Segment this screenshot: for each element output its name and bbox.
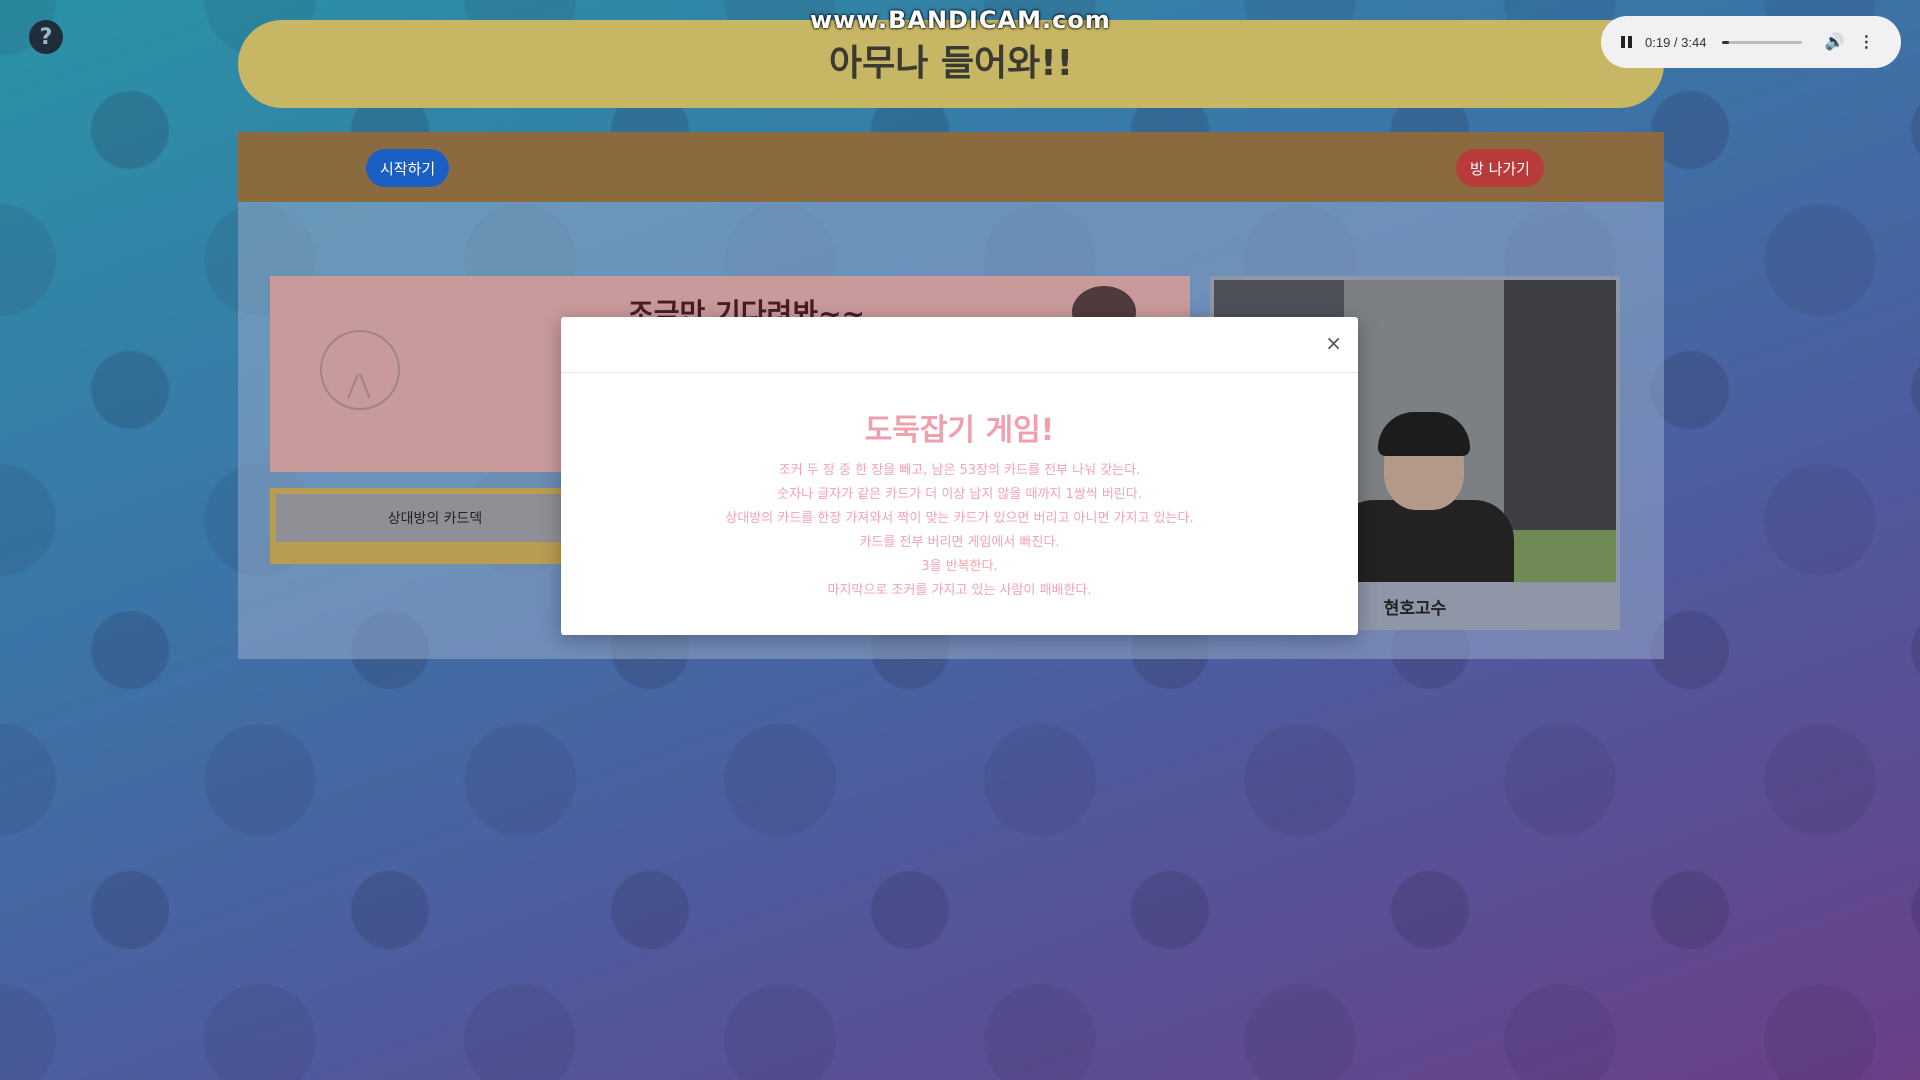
- rule-line: 마지막으로 조커를 가지고 있는 사람이 패배한다.: [827, 583, 1092, 598]
- modal-header: ×: [561, 317, 1358, 373]
- rule-line: 상대방의 카드를 한장 가져와서 짝이 맞는 카드가 있으면 버리고 아니면 가…: [725, 511, 1194, 526]
- rule-line: 3을 반복한다.: [921, 559, 998, 574]
- rule-line: 숫자나 글자가 같은 카드가 더 이상 남지 않을 때까지 1쌍씩 버린다.: [777, 487, 1142, 502]
- rule-line: 조커 두 장 중 한 장을 빼고, 남은 53장의 카드를 전부 나눠 갖는다.: [778, 463, 1141, 478]
- rules-modal: × 도둑잡기 게임! 조커 두 장 중 한 장을 빼고, 남은 53장의 카드를…: [561, 317, 1358, 635]
- close-icon[interactable]: ×: [1325, 333, 1342, 353]
- rule-line: 카드를 전부 버리면 게임에서 빠진다.: [859, 535, 1060, 550]
- modal-body: 도둑잡기 게임! 조커 두 장 중 한 장을 빼고, 남은 53장의 카드를 전…: [561, 405, 1358, 603]
- modal-title: 도둑잡기 게임!: [864, 413, 1055, 448]
